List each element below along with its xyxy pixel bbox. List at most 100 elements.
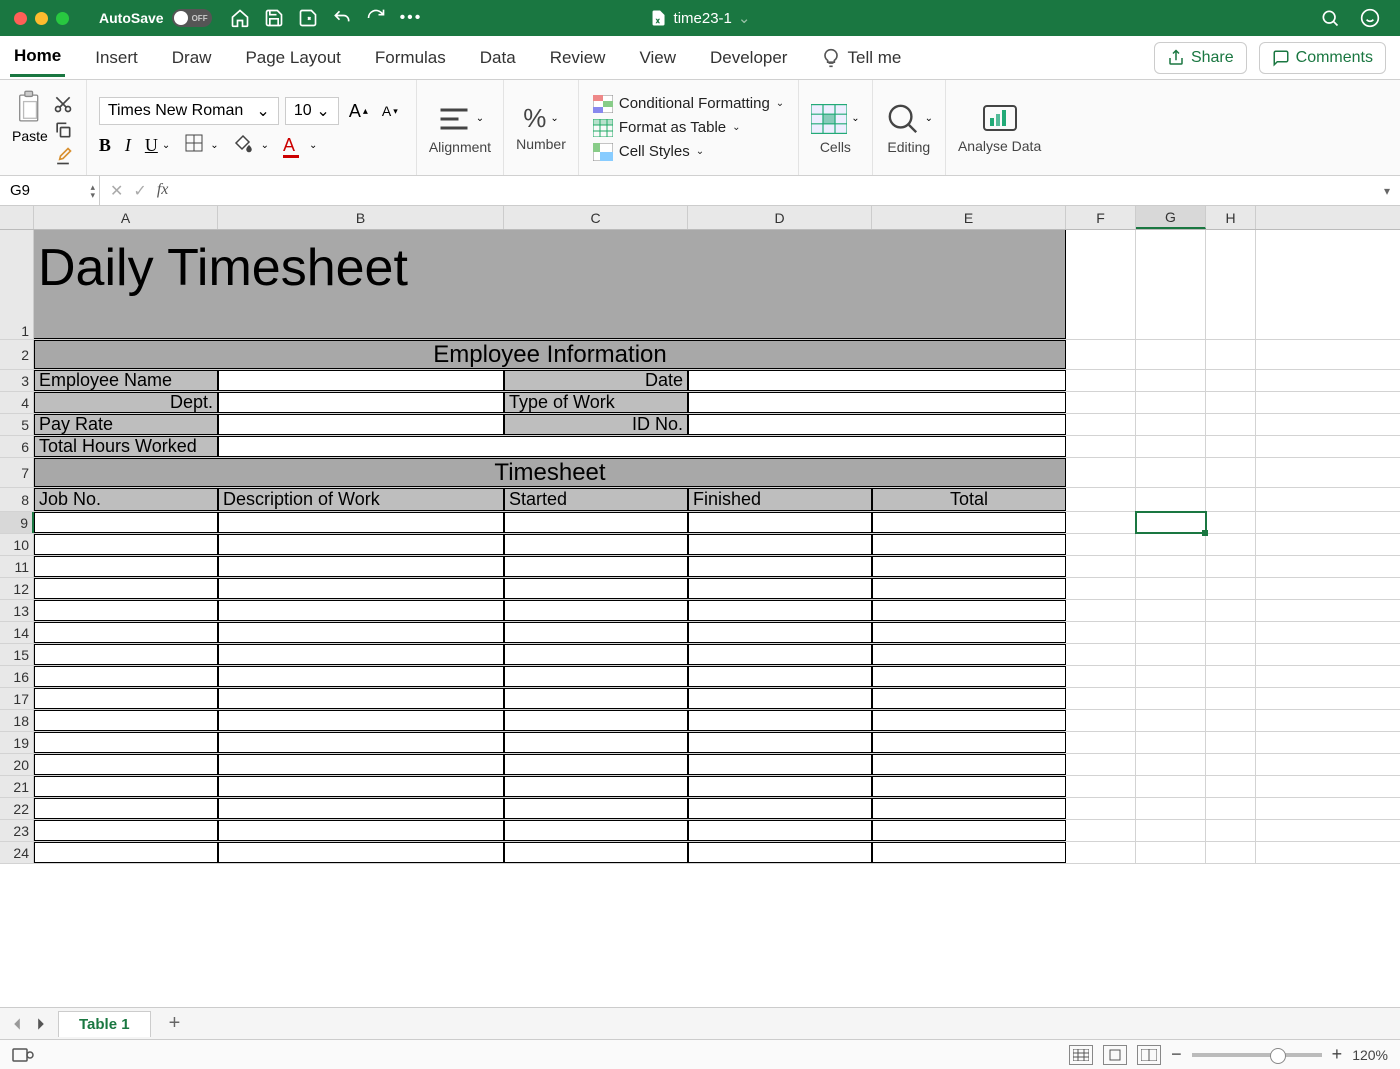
cell[interactable] xyxy=(872,666,1066,687)
name-box[interactable]: G9 ▴▾ xyxy=(0,176,100,205)
cell[interactable] xyxy=(504,644,688,665)
cell[interactable] xyxy=(218,556,504,577)
redo-icon[interactable] xyxy=(366,8,386,28)
more-icon[interactable]: ••• xyxy=(400,9,423,27)
title-cell[interactable]: Daily Timesheet xyxy=(34,230,1066,339)
row-header[interactable]: 20 xyxy=(0,754,34,775)
cell[interactable] xyxy=(688,600,872,621)
fx-icon[interactable]: fx xyxy=(157,181,169,201)
macro-record-icon[interactable] xyxy=(12,1046,34,1064)
row-header[interactable]: 18 xyxy=(0,710,34,731)
cell[interactable] xyxy=(1206,820,1256,841)
number-group[interactable]: % ⌄ Number xyxy=(504,80,579,175)
minimize-window-icon[interactable] xyxy=(35,12,48,25)
cell[interactable] xyxy=(1066,754,1136,775)
cell[interactable] xyxy=(688,370,1066,391)
cell[interactable] xyxy=(34,820,218,841)
format-painter-icon[interactable] xyxy=(52,146,74,166)
cell[interactable] xyxy=(1066,622,1136,643)
fill-color-button[interactable] xyxy=(233,133,253,158)
col-header-d[interactable]: D xyxy=(688,206,872,229)
cell[interactable] xyxy=(1206,688,1256,709)
row-header[interactable]: 4 xyxy=(0,392,34,413)
cell[interactable] xyxy=(218,622,504,643)
cell[interactable] xyxy=(504,512,688,533)
started-header[interactable]: Started xyxy=(504,488,688,511)
total-hours-label[interactable]: Total Hours Worked xyxy=(34,436,218,457)
cell[interactable] xyxy=(688,644,872,665)
cell[interactable] xyxy=(1136,688,1206,709)
cell[interactable] xyxy=(1206,512,1256,533)
zoom-out-button[interactable]: − xyxy=(1171,1044,1182,1065)
cell[interactable] xyxy=(34,710,218,731)
cell[interactable] xyxy=(1136,230,1206,339)
cell[interactable] xyxy=(872,622,1066,643)
cell[interactable] xyxy=(34,688,218,709)
chevron-down-icon[interactable]: ⌄ xyxy=(738,9,751,27)
cell[interactable] xyxy=(1206,578,1256,599)
cell[interactable] xyxy=(504,732,688,753)
cell[interactable] xyxy=(1066,644,1136,665)
cell[interactable] xyxy=(688,578,872,599)
zoom-in-button[interactable]: + xyxy=(1332,1044,1343,1065)
timesheet-header[interactable]: Timesheet xyxy=(34,458,1066,487)
cell[interactable] xyxy=(218,732,504,753)
row-header[interactable]: 8 xyxy=(0,488,34,511)
cell[interactable] xyxy=(872,688,1066,709)
italic-button[interactable]: I xyxy=(125,135,131,156)
bold-button[interactable]: B xyxy=(99,135,111,156)
cell[interactable] xyxy=(1136,666,1206,687)
cells-group[interactable]: ⌄ Cells xyxy=(799,80,872,175)
cell[interactable] xyxy=(504,578,688,599)
cell[interactable] xyxy=(1066,842,1136,863)
cell[interactable] xyxy=(218,666,504,687)
accept-formula-icon[interactable]: ✓ xyxy=(133,181,146,201)
font-color-button[interactable]: A xyxy=(283,135,295,156)
comments-button[interactable]: Comments xyxy=(1259,42,1386,74)
sheet-tab-table1[interactable]: Table 1 xyxy=(58,1011,151,1037)
paste-button[interactable]: Paste xyxy=(12,90,48,144)
cell[interactable] xyxy=(688,512,872,533)
cell[interactable] xyxy=(1136,842,1206,863)
col-header-e[interactable]: E xyxy=(872,206,1066,229)
cell[interactable] xyxy=(218,842,504,863)
cell[interactable] xyxy=(1066,534,1136,555)
next-sheet-icon[interactable] xyxy=(34,1017,48,1031)
editing-group[interactable]: ⌄ Editing xyxy=(873,80,946,175)
decrease-font-icon[interactable]: A▾ xyxy=(378,101,402,121)
maximize-window-icon[interactable] xyxy=(56,12,69,25)
cell[interactable] xyxy=(1136,798,1206,819)
cell[interactable] xyxy=(1206,230,1256,339)
cell[interactable] xyxy=(1136,820,1206,841)
conditional-formatting-button[interactable]: Conditional Formatting⌄ xyxy=(593,95,784,113)
cell[interactable] xyxy=(1066,688,1136,709)
save-icon[interactable] xyxy=(264,8,284,28)
page-layout-view-icon[interactable] xyxy=(1103,1045,1127,1065)
cell[interactable] xyxy=(34,512,218,533)
cell[interactable] xyxy=(1136,776,1206,797)
increase-font-icon[interactable]: A▴ xyxy=(345,99,372,124)
analyse-group[interactable]: Analyse Data xyxy=(946,80,1053,175)
tab-view[interactable]: View xyxy=(635,40,680,76)
cell[interactable] xyxy=(688,666,872,687)
cell[interactable] xyxy=(504,666,688,687)
cell[interactable] xyxy=(218,776,504,797)
cell[interactable] xyxy=(872,534,1066,555)
cell[interactable] xyxy=(688,798,872,819)
cell[interactable] xyxy=(688,842,872,863)
normal-view-icon[interactable] xyxy=(1069,1045,1093,1065)
row-header[interactable]: 6 xyxy=(0,436,34,457)
cell[interactable] xyxy=(872,600,1066,621)
cell[interactable] xyxy=(34,732,218,753)
cell[interactable] xyxy=(872,710,1066,731)
cell[interactable] xyxy=(1206,710,1256,731)
cell[interactable] xyxy=(504,798,688,819)
row-header[interactable]: 17 xyxy=(0,688,34,709)
tab-home[interactable]: Home xyxy=(10,38,65,77)
col-header-b[interactable]: B xyxy=(218,206,504,229)
cell[interactable] xyxy=(688,776,872,797)
row-header[interactable]: 22 xyxy=(0,798,34,819)
cell[interactable] xyxy=(1206,776,1256,797)
cell[interactable] xyxy=(1136,732,1206,753)
font-size-select[interactable]: 10⌄ xyxy=(285,97,339,125)
